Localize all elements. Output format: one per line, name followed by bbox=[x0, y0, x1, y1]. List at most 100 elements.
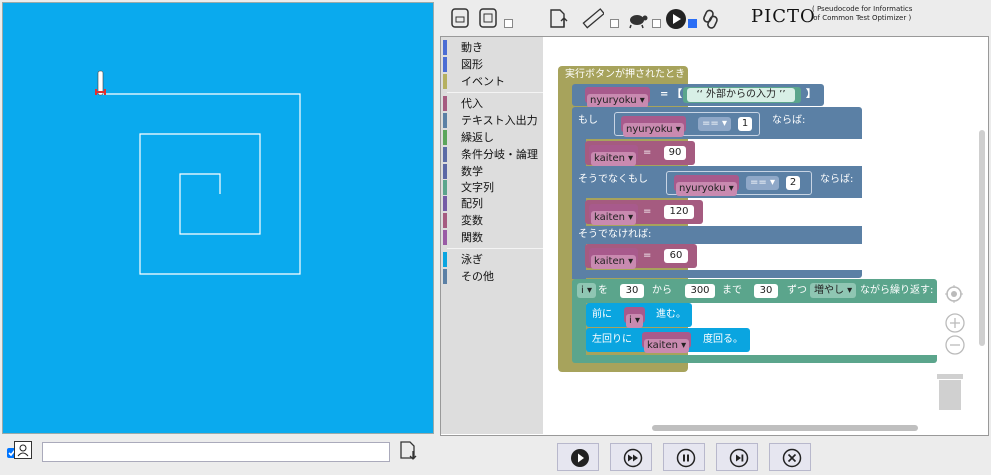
made-label: まで bbox=[722, 285, 742, 296]
if-label: もし bbox=[578, 115, 598, 126]
cond1-value[interactable]: 1 bbox=[738, 117, 752, 131]
equals-label: = bbox=[643, 250, 652, 261]
recenter-icon[interactable] bbox=[944, 284, 964, 308]
category-label: 関数 bbox=[461, 231, 483, 244]
nyuryoku-var-chip[interactable]: nyuryoku ▾ bbox=[585, 87, 650, 108]
category-label: 変数 bbox=[461, 214, 483, 227]
run-button[interactable] bbox=[557, 443, 599, 471]
then-label: ならば: bbox=[820, 174, 854, 185]
category-color-bar bbox=[443, 164, 447, 179]
then-label: ならば: bbox=[772, 115, 806, 126]
option-checkbox-4[interactable] bbox=[688, 19, 697, 28]
category-color-bar bbox=[443, 252, 447, 267]
category-color-bar bbox=[443, 230, 447, 245]
block-toolbox bbox=[441, 37, 543, 434]
value-field[interactable]: 60 bbox=[664, 249, 688, 263]
category-label: 文字列 bbox=[461, 181, 494, 194]
hat-label: 実行ボタンが押されたとき bbox=[565, 69, 685, 80]
kaiten-var-chip[interactable]: kaiten ▾ bbox=[589, 248, 639, 269]
person-icon bbox=[17, 444, 29, 457]
value-field[interactable]: 120 bbox=[664, 205, 694, 219]
turn-prefix: 左回りに bbox=[592, 334, 632, 345]
zoom-out-icon[interactable] bbox=[945, 335, 965, 359]
forward-prefix: 前に bbox=[592, 309, 612, 320]
forward-suffix: 進む。 bbox=[656, 309, 686, 320]
category-color-bar bbox=[443, 57, 447, 72]
vertical-scrollbar[interactable] bbox=[979, 130, 985, 346]
stop-icon bbox=[782, 448, 802, 468]
equals-label: = bbox=[643, 206, 652, 217]
turtle-icon[interactable] bbox=[627, 8, 649, 34]
horizontal-scrollbar[interactable] bbox=[652, 425, 918, 431]
fast-forward-button[interactable] bbox=[610, 443, 652, 471]
for-loop-spine bbox=[572, 303, 586, 355]
category-label: 図形 bbox=[461, 58, 483, 71]
subtitle-line-2: of Common Test Optimizer ) bbox=[813, 14, 912, 22]
kaiten-var-chip[interactable]: kaiten ▾ bbox=[642, 332, 692, 353]
cond2-var-chip[interactable]: nyuryoku ▾ bbox=[674, 175, 739, 196]
i-var-chip[interactable]: i ▾ bbox=[624, 307, 645, 328]
cond1-var-chip[interactable]: nyuryoku ▾ bbox=[621, 116, 686, 137]
category-color-bar bbox=[443, 196, 447, 211]
run-icon[interactable] bbox=[665, 8, 687, 34]
kara-label: から bbox=[652, 285, 672, 296]
cond2-operator[interactable]: == ▾ bbox=[746, 176, 779, 190]
else-label: そうでなければ: bbox=[578, 229, 652, 240]
spiral-path bbox=[100, 93, 301, 275]
zoom-in-icon[interactable] bbox=[945, 313, 965, 337]
upload-icon[interactable] bbox=[548, 8, 570, 34]
if-block-footer bbox=[572, 270, 862, 278]
category-separator bbox=[447, 92, 543, 93]
category-label: 動き bbox=[461, 41, 483, 54]
link-icon[interactable] bbox=[702, 8, 720, 34]
to-field[interactable]: 300 bbox=[685, 284, 715, 298]
category-label: 繰返し bbox=[461, 131, 494, 144]
left-bracket: 【 bbox=[672, 89, 682, 100]
category-label: 数学 bbox=[461, 165, 483, 178]
step-icon bbox=[729, 448, 749, 468]
pause-icon bbox=[676, 448, 696, 468]
loop-suffix: ながら繰り返す: bbox=[860, 285, 934, 296]
category-color-bar bbox=[443, 130, 447, 145]
cond1-operator[interactable]: == ▾ bbox=[698, 117, 731, 131]
category-color-bar bbox=[443, 269, 447, 284]
step-field[interactable]: 30 bbox=[754, 284, 778, 298]
value-field[interactable]: 90 bbox=[664, 146, 686, 160]
elif-label: そうでなくもし bbox=[578, 174, 648, 185]
category-color-bar bbox=[443, 213, 447, 228]
ruler-icon[interactable] bbox=[582, 8, 606, 34]
kaiten-var-chip[interactable]: kaiten ▾ bbox=[589, 204, 639, 225]
option-checkbox-1[interactable] bbox=[504, 19, 513, 28]
category-label: 配列 bbox=[461, 197, 483, 210]
category-color-bar bbox=[443, 74, 447, 89]
equals-label: = bbox=[643, 147, 652, 158]
category-label: 条件分岐・論理 bbox=[461, 148, 538, 161]
category-color-bar bbox=[443, 113, 447, 128]
download-icon[interactable] bbox=[398, 440, 418, 466]
kaiten-var-chip[interactable]: kaiten ▾ bbox=[589, 145, 639, 166]
trash-icon[interactable] bbox=[935, 372, 965, 416]
turn-suffix: 度回る。 bbox=[703, 334, 743, 345]
input-block[interactable]: ‘‘ 外部からの入力 ’’ bbox=[683, 87, 801, 103]
from-field[interactable]: 30 bbox=[620, 284, 644, 298]
cond2-value[interactable]: 2 bbox=[786, 176, 800, 190]
save-icon[interactable] bbox=[450, 8, 470, 32]
category-label: テキスト入出力 bbox=[461, 114, 538, 127]
pause-button[interactable] bbox=[663, 443, 705, 471]
stop-button[interactable] bbox=[769, 443, 811, 471]
spiral-drawing bbox=[95, 70, 301, 275]
option-checkbox-2[interactable] bbox=[610, 19, 619, 28]
category-label: その他 bbox=[461, 270, 494, 283]
avatar-button[interactable] bbox=[14, 441, 32, 459]
text-input-field[interactable] bbox=[42, 442, 390, 462]
load-icon[interactable] bbox=[478, 8, 498, 32]
category-label: 代入 bbox=[461, 97, 483, 110]
option-checkbox-3[interactable] bbox=[652, 19, 661, 28]
category-color-bar bbox=[443, 147, 447, 162]
wo-label: を bbox=[598, 285, 608, 296]
loop-var-chip[interactable]: i ▾ bbox=[577, 283, 596, 298]
step-button[interactable] bbox=[716, 443, 758, 471]
fast-forward-icon bbox=[623, 448, 643, 468]
mode-dropdown[interactable]: 増やし ▾ bbox=[810, 283, 857, 298]
turtle-stage bbox=[2, 2, 434, 434]
